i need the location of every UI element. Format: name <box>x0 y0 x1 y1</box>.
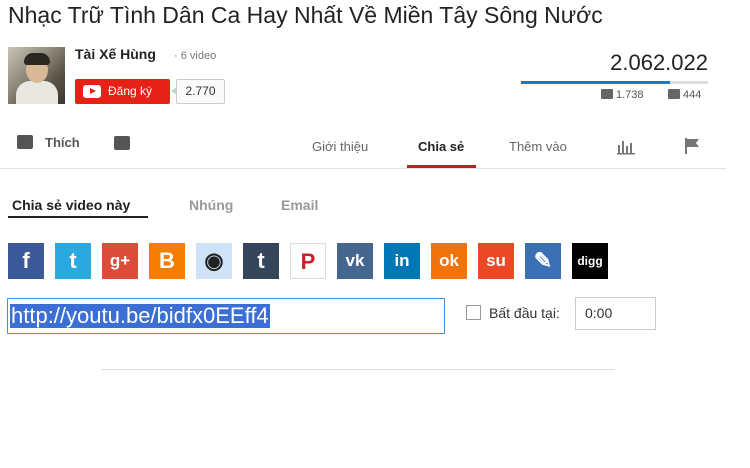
stumbleupon-icon[interactable]: su <box>478 243 514 279</box>
vk-icon[interactable]: vk <box>337 243 373 279</box>
thumbs-down-icon <box>114 136 130 150</box>
tab-share[interactable]: Chia sẻ <box>418 139 464 154</box>
active-subtab-indicator <box>8 216 148 218</box>
start-time-input[interactable]: 0:00 <box>575 297 656 330</box>
odnoklassniki-icon[interactable]: ok <box>431 243 467 279</box>
dislike-button[interactable] <box>114 135 142 153</box>
stats-icon[interactable] <box>617 137 635 155</box>
google-plus-icon[interactable]: g+ <box>102 243 138 279</box>
dislike-count-value: 444 <box>683 89 702 101</box>
like-label: Thích <box>45 135 80 150</box>
share-url-input[interactable]: http://youtu.be/bidfx0EEff4 <box>7 298 445 334</box>
channel-avatar[interactable] <box>8 47 65 104</box>
like-count-value: 1.738 <box>616 89 644 101</box>
subtab-share-video[interactable]: Chia sẻ video này <box>12 197 130 213</box>
view-count: 2.062.022 <box>610 50 708 75</box>
youtube-play-icon <box>83 85 101 98</box>
facebook-icon[interactable]: f <box>8 243 44 279</box>
flag-icon[interactable] <box>684 137 700 155</box>
dislike-count: 444 <box>668 89 701 101</box>
video-title: Nhạc Trữ Tình Dân Ca Hay Nhất Về Miền Tâ… <box>8 2 603 28</box>
linkedin-icon[interactable]: in <box>384 243 420 279</box>
tumblr-icon[interactable]: t <box>243 243 279 279</box>
channel-video-count: · 6 video <box>174 50 217 62</box>
actions-divider <box>0 168 726 169</box>
section-divider <box>101 369 615 370</box>
start-at-label: Bất đầu tại: <box>489 305 560 321</box>
subscriber-count: 2.770 <box>171 79 225 104</box>
livejournal-icon[interactable]: ✎ <box>525 243 561 279</box>
thumbs-down-icon <box>668 89 680 99</box>
like-button[interactable]: Thích <box>17 135 80 150</box>
channel-name[interactable]: Tài Xế Hùng <box>75 46 156 62</box>
share-url-text: http://youtu.be/bidfx0EEff4 <box>10 303 270 328</box>
thumbs-up-icon <box>601 89 613 99</box>
subscribe-label: Đăng ký <box>108 84 153 98</box>
subtab-embed[interactable]: Nhúng <box>189 197 233 213</box>
digg-icon[interactable]: digg <box>572 243 608 279</box>
subtab-email[interactable]: Email <box>281 197 318 213</box>
like-count: 1.738 <box>601 89 644 101</box>
start-at-checkbox[interactable] <box>466 305 481 320</box>
twitter-icon[interactable]: t <box>55 243 91 279</box>
subscribe-button[interactable]: Đăng ký <box>75 79 170 104</box>
tab-add-to[interactable]: Thêm vào <box>509 139 567 154</box>
tab-about[interactable]: Giới thiệu <box>312 139 368 154</box>
like-ratio-bar <box>521 81 708 84</box>
blogger-icon[interactable]: B <box>149 243 185 279</box>
thumbs-up-icon <box>17 135 33 149</box>
pinterest-icon[interactable]: P <box>290 243 326 279</box>
reddit-icon[interactable]: ◉ <box>196 243 232 279</box>
